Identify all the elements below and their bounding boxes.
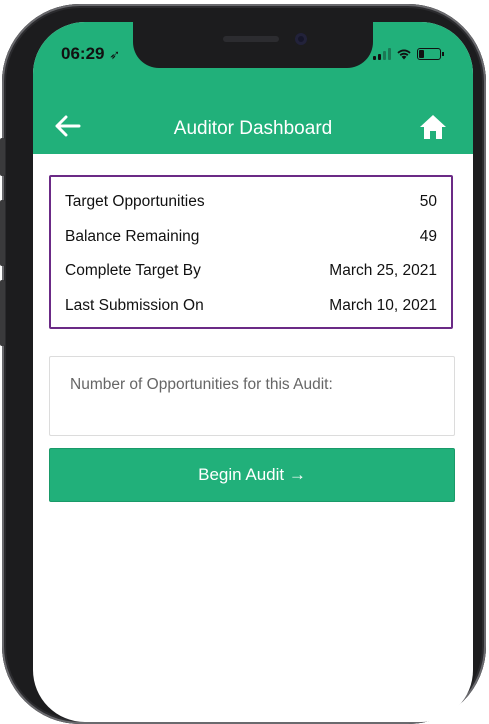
summary-label: Complete Target By: [65, 262, 201, 280]
volume-down-button: [0, 280, 5, 346]
summary-label: Target Opportunities: [65, 193, 205, 211]
speaker-grille: [223, 36, 279, 42]
home-icon[interactable]: [419, 114, 447, 140]
cellular-signal-icon: [373, 48, 391, 60]
status-time: 06:29 ➶: [61, 44, 120, 64]
summary-value: March 10, 2021: [329, 296, 437, 314]
front-camera: [295, 33, 307, 45]
page-title: Auditor Dashboard: [173, 118, 333, 139]
summary-label: Last Submission On: [65, 296, 204, 314]
status-time-text: 06:29: [61, 44, 105, 63]
opportunities-field[interactable]: [49, 356, 455, 436]
begin-audit-button[interactable]: Begin Audit →: [49, 448, 455, 502]
summary-value: March 25, 2021: [329, 262, 437, 280]
summary-label: Balance Remaining: [65, 227, 200, 245]
summary-row-target-opportunities: Target Opportunities 50: [65, 185, 437, 220]
phone-screen: 06:29 ➶ Auditor Dashboard Target Opportu…: [33, 22, 473, 722]
summary-row-complete-target-by: Complete Target By March 25, 2021: [65, 254, 437, 289]
summary-value: 49: [419, 227, 437, 245]
summary-row-last-submission-on: Last Submission On March 10, 2021: [65, 289, 437, 324]
audit-summary-card: Target Opportunities 50 Balance Remainin…: [49, 175, 453, 329]
status-indicators: [373, 46, 444, 62]
phone-frame: 06:29 ➶ Auditor Dashboard Target Opportu…: [0, 0, 489, 724]
phone-notch: [133, 22, 373, 68]
wifi-icon: [397, 49, 411, 60]
location-arrow-icon: ➶: [109, 47, 121, 62]
volume-up-button: [0, 200, 5, 266]
summary-value: 50: [419, 193, 437, 211]
summary-row-balance-remaining: Balance Remaining 49: [65, 220, 437, 255]
battery-icon: [417, 48, 444, 60]
opportunities-input[interactable]: [68, 375, 442, 395]
mute-switch: [0, 138, 5, 176]
